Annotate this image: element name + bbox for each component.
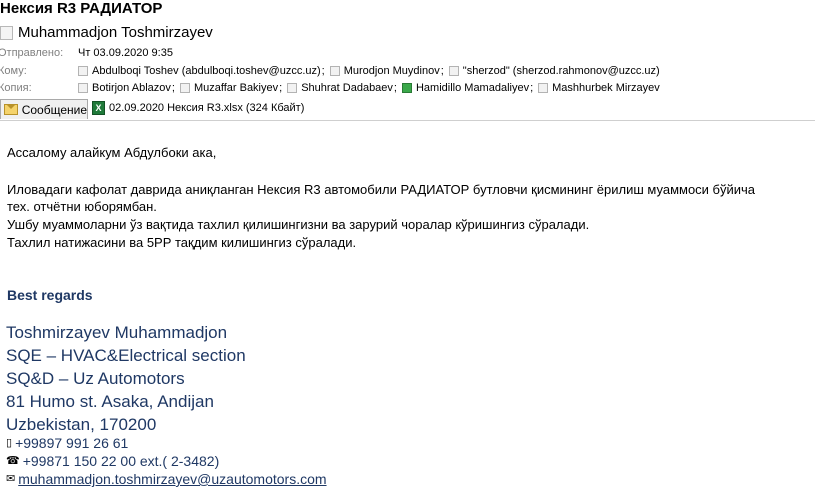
sender-row: Muhammadjon Toshmirzayev <box>0 23 213 42</box>
body-line: тех. отчётни юборямбан. <box>7 199 157 214</box>
to-label: Кому: <box>0 65 27 77</box>
recipient-chip[interactable]: Abdulboqi Toshev (abdulboqi.toshev@uzcc.… <box>78 64 321 78</box>
signature-company: SQ&D – Uz Automotors <box>6 369 185 388</box>
recipient-chip[interactable]: Hamidillo Mamadaliyev <box>401 81 529 95</box>
signature-address: 81 Humo st. Asaka, Andijan <box>6 392 214 411</box>
sender-name[interactable]: Muhammadjon Toshmirzayev <box>18 23 213 42</box>
cc-label: Копия: <box>0 82 32 94</box>
signature-country: Uzbekistan, 170200 <box>6 415 157 434</box>
telephone-icon: ☎ <box>6 455 20 467</box>
contact-status-icon <box>287 83 298 93</box>
tab-message[interactable]: Сообщение <box>0 99 88 119</box>
contact-status-icon <box>448 66 459 76</box>
contact-status-icon <box>538 83 549 93</box>
attachment-label: 02.09.2020 Нексия R3.xlsx (324 Кбайт) <box>109 102 305 114</box>
envelope-icon: ✉ <box>6 473 16 485</box>
recipient-chip[interactable]: Mashhurbek Mirzayev <box>538 81 660 95</box>
sent-value: Чт 03.09.2020 9:35 <box>78 47 173 59</box>
recipient-chip[interactable]: "sherzod" (sherzod.rahmonov@uzcc.uz) <box>448 64 660 78</box>
sent-label: Отправлено: <box>0 47 64 59</box>
contact-status-online-icon <box>401 83 412 93</box>
contact-picture-icon <box>0 26 13 40</box>
recipient-chip[interactable]: Muzaffar Bakiyev <box>179 81 278 95</box>
signature-email: ✉ muhammadjon.toshmirzayev@uzautomotors.… <box>6 470 327 488</box>
body-line: Тахлил натижасини ва 5РР тақдим килишинг… <box>7 235 357 250</box>
envelope-icon <box>4 104 18 115</box>
cc-recipients: Botirjon Ablazov; Muzaffar Bakiyev; Shuh… <box>78 81 660 95</box>
to-recipients: Abdulboqi Toshev (abdulboqi.toshev@uzcc.… <box>78 64 660 78</box>
recipient-chip[interactable]: Murodjon Muydinov <box>329 64 440 78</box>
email-subject: Нексия R3 РАДИАТОР <box>0 0 163 17</box>
contact-status-icon <box>78 66 88 76</box>
body-greeting: Ассалому алайкум Абдулбоки ака, <box>7 145 217 160</box>
recipient-chip[interactable]: Shuhrat Dadabaev <box>287 81 393 95</box>
body-line: Ушбу муаммоларни ўз вақтида тахлил қилиш… <box>7 217 590 232</box>
contact-status-icon <box>179 83 190 93</box>
mobile-phone-icon: ▯ <box>6 437 13 449</box>
contact-status-icon <box>78 83 88 93</box>
email-link[interactable]: muhammadjon.toshmirzayev@uzautomotors.co… <box>18 470 326 488</box>
recipient-chip[interactable]: Botirjon Ablazov <box>78 81 171 95</box>
signature-name: Toshmirzayev Muhammadjon <box>6 323 228 342</box>
signature-section: SQE – HVAC&Electrical section <box>6 346 246 365</box>
signature-regards: Best regards <box>7 287 93 303</box>
excel-file-icon: X <box>92 101 105 115</box>
signature-mobile: ▯ +99897 991 26 61 <box>6 435 129 451</box>
tab-message-label: Сообщение <box>21 102 87 117</box>
message-tabs: Сообщение X 02.09.2020 Нексия R3.xlsx (3… <box>0 98 815 121</box>
attachment-item[interactable]: X 02.09.2020 Нексия R3.xlsx (324 Кбайт) <box>92 101 304 115</box>
contact-status-icon <box>329 66 340 76</box>
signature-phone: ☎ +99871 150 22 00 ext.( 2-3482) <box>6 453 220 469</box>
